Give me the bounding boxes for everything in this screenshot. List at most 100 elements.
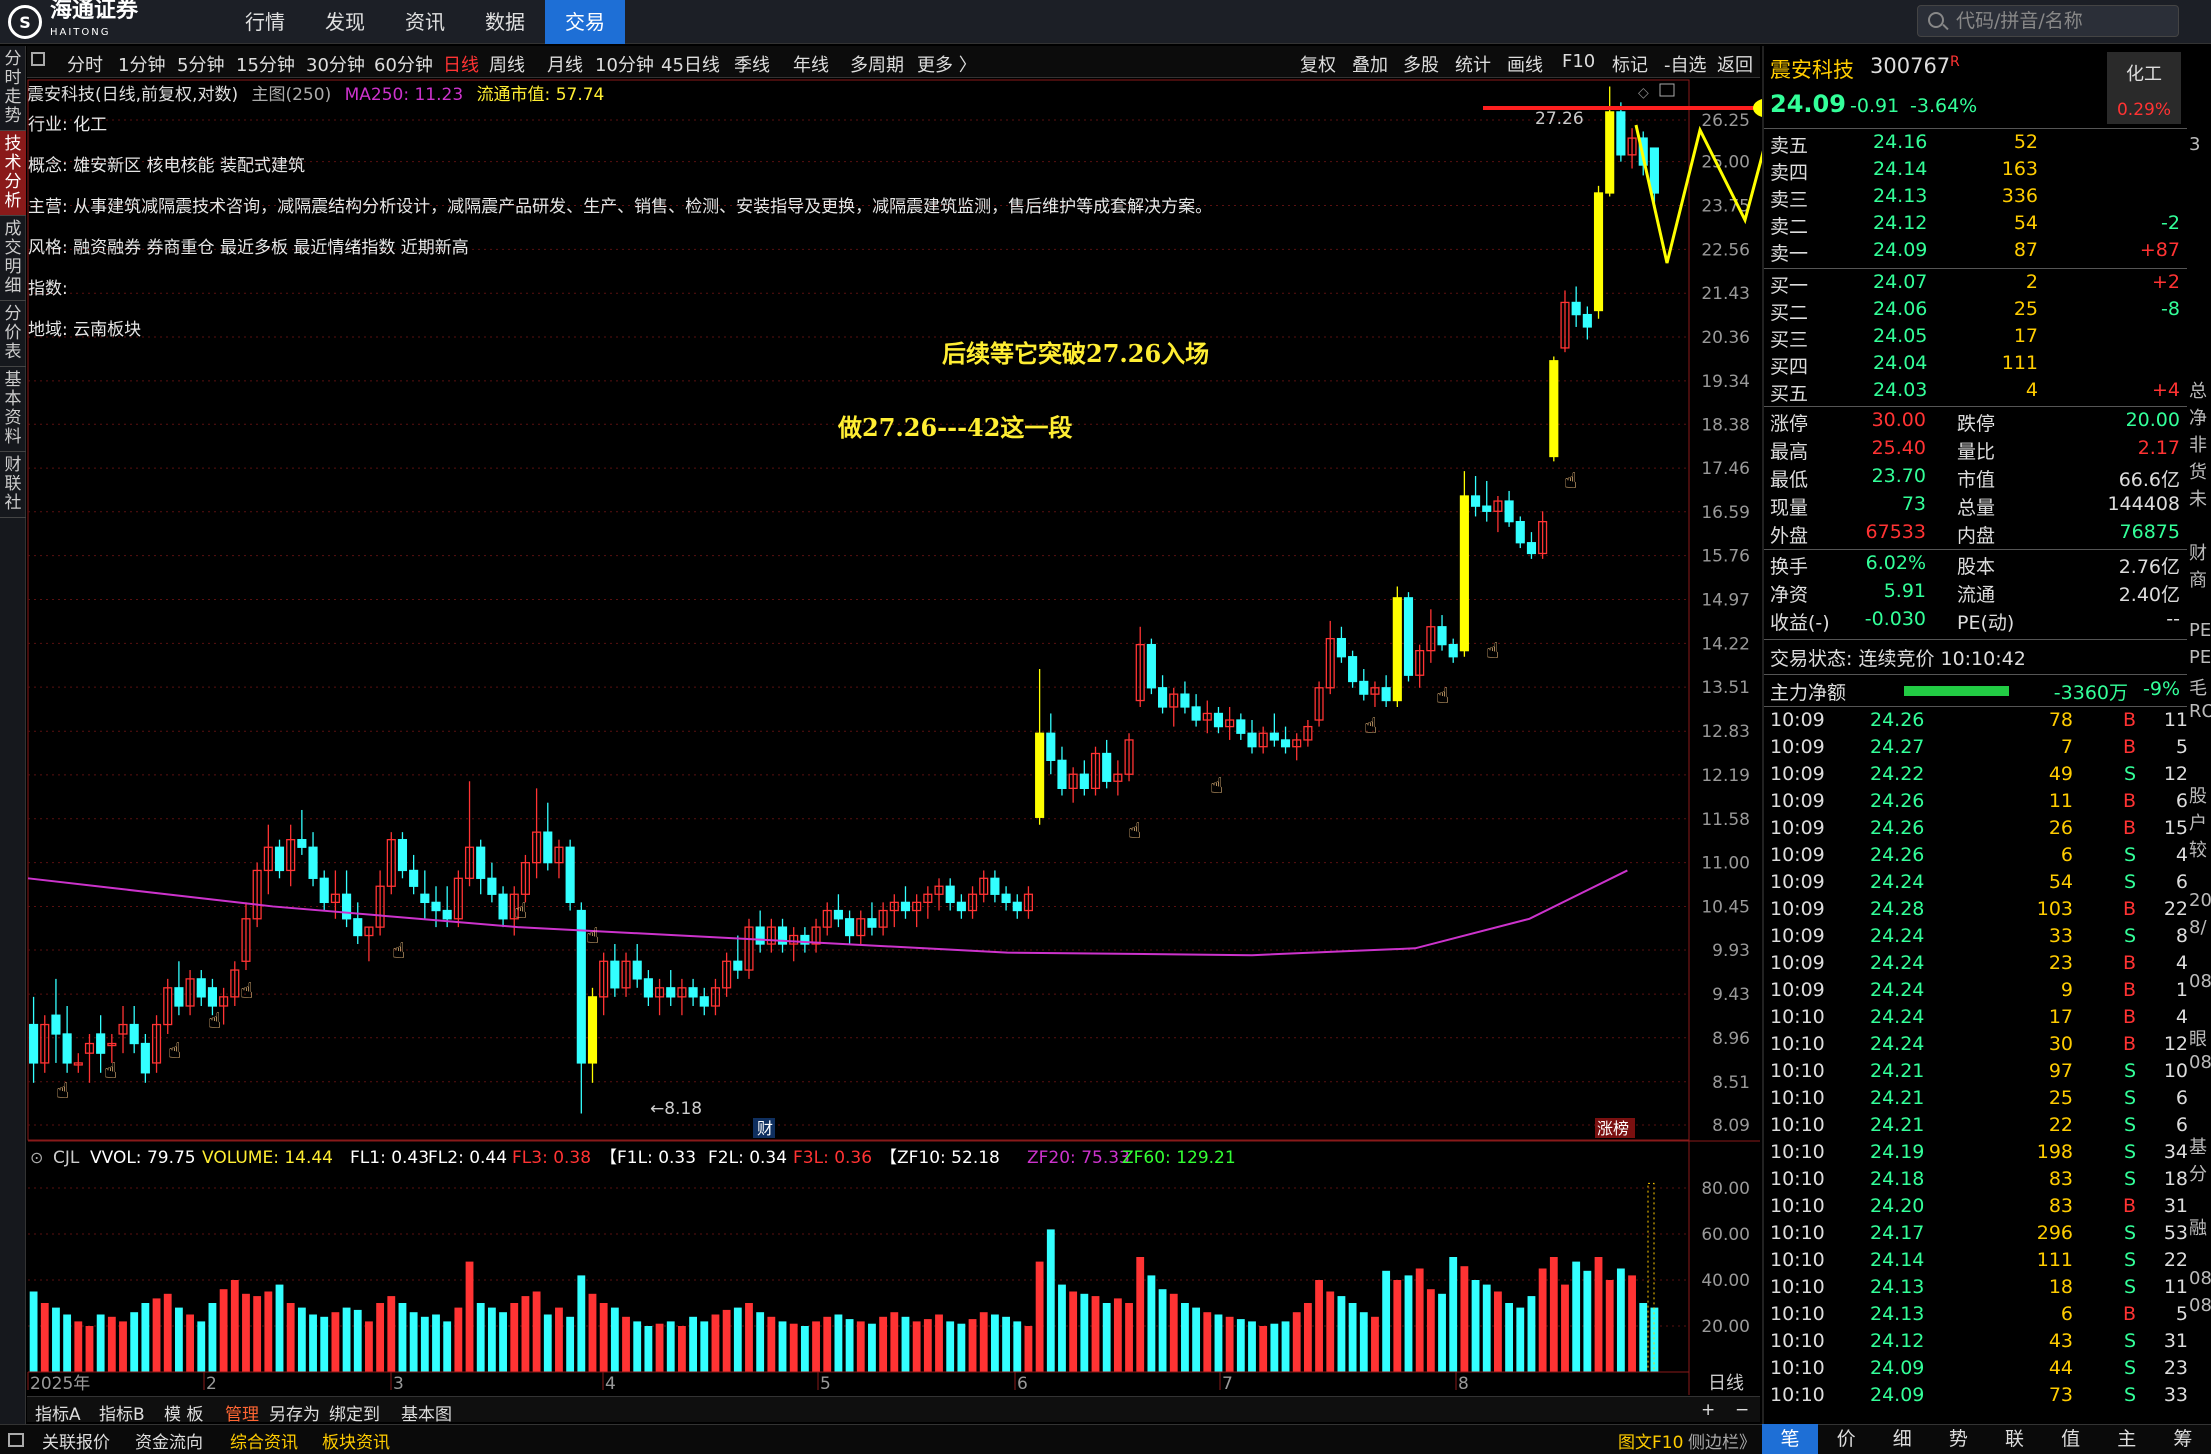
candle-body xyxy=(845,918,855,937)
volume-tick: 60.00 xyxy=(1701,1225,1750,1245)
candle-body xyxy=(196,978,206,998)
panel-toggle-icon[interactable] xyxy=(8,1433,24,1447)
candle-body xyxy=(140,1042,150,1074)
ask-row[interactable]: 卖四 24.14 163 xyxy=(1770,158,2188,185)
book-label: 卖二 xyxy=(1770,216,1809,238)
price-tick: 9.43 xyxy=(1712,985,1750,1005)
sidebar-toggle[interactable]: 侧边栏》 xyxy=(1688,1428,1756,1453)
volume-bar xyxy=(119,1321,127,1372)
book-volume: 54 xyxy=(2013,212,2038,234)
book-volume: 4 xyxy=(2025,379,2038,401)
bid-row[interactable]: 买二 24.06 25 -8 xyxy=(1770,298,2188,325)
bottom-tab-1[interactable]: 资金流向 xyxy=(135,1428,203,1453)
volume-bar xyxy=(610,1307,619,1372)
ask-row[interactable]: 卖五 24.16 52 xyxy=(1770,131,2188,158)
strip-text: 较 xyxy=(2189,840,2207,861)
volume-bar xyxy=(1605,1280,1614,1372)
quote-tab-6[interactable]: 主 xyxy=(2099,1424,2155,1454)
quote-tab-7[interactable]: 筹 xyxy=(2155,1424,2211,1454)
volume-bar xyxy=(74,1321,83,1372)
indicator-tab-0[interactable]: 指标A xyxy=(35,1400,81,1425)
volume-bar xyxy=(398,1303,407,1372)
book-price: 24.06 xyxy=(1873,298,1928,320)
zoom-out-icon[interactable]: − xyxy=(1735,1400,1749,1420)
candle-body xyxy=(587,996,598,1064)
candle-body xyxy=(342,893,352,920)
volume-bar xyxy=(1538,1268,1547,1372)
quote-tab-2[interactable]: 细 xyxy=(1874,1424,1930,1454)
volume-bar xyxy=(990,1314,999,1372)
volume-bar xyxy=(1035,1261,1044,1372)
price-change-pct: -3.64% xyxy=(1910,95,1978,117)
bid-row[interactable]: 买三 24.05 17 xyxy=(1770,325,2188,352)
tick-row: 10:09 24.22 49 S 12 xyxy=(1770,763,2188,785)
bottom-tab-2[interactable]: 综合资讯 xyxy=(230,1428,298,1453)
volume-bar xyxy=(1616,1268,1625,1372)
candle-body xyxy=(1191,706,1201,721)
book-volume: 163 xyxy=(2001,158,2038,180)
indicator-tab-2[interactable]: 模 板 xyxy=(164,1400,203,1425)
volume-bar xyxy=(800,1326,809,1372)
quote-tab-3[interactable]: 势 xyxy=(1930,1424,1986,1454)
price-tick: 11.00 xyxy=(1701,854,1750,874)
ask-row[interactable]: 卖二 24.12 54 -2 xyxy=(1770,212,2188,239)
tick-row: 10:10 24.14 111 S 22 xyxy=(1770,1249,2188,1271)
volume-bar xyxy=(1583,1270,1592,1372)
bottom-tab-3[interactable]: 板块资讯 xyxy=(322,1428,390,1453)
indicator-tab-1[interactable]: 指标B xyxy=(99,1400,145,1425)
volume-bar xyxy=(1069,1291,1078,1372)
ask-row[interactable]: 卖一 24.09 87 +87 xyxy=(1770,239,2188,266)
fin-tag: 财 xyxy=(757,1119,773,1138)
candle-body xyxy=(900,901,911,912)
time-label: 7 xyxy=(1222,1374,1233,1394)
volume-bar xyxy=(242,1293,250,1372)
quote-tab-4[interactable]: 联 xyxy=(1987,1424,2043,1454)
candle-body xyxy=(699,996,709,1007)
price-tick: 13.51 xyxy=(1701,678,1750,698)
ask-row[interactable]: 卖三 24.13 336 xyxy=(1770,185,2188,212)
bid-row[interactable]: 买四 24.04 111 xyxy=(1770,352,2188,379)
quote-tab-0[interactable]: 笔 xyxy=(1762,1424,1819,1454)
price-tick: 9.93 xyxy=(1712,941,1750,961)
candle-body xyxy=(1582,313,1592,328)
volume-bar xyxy=(901,1316,910,1372)
book-label: 买三 xyxy=(1770,329,1809,351)
f10-link[interactable]: 图文F10 xyxy=(1618,1428,1683,1453)
zoom-in-icon[interactable]: + xyxy=(1701,1400,1715,1420)
main-flow-bar xyxy=(1904,686,2009,696)
price-change: -0.91 xyxy=(1850,95,1900,117)
candle-body xyxy=(29,1023,39,1064)
book-price: 24.13 xyxy=(1873,185,1928,207)
tick-row: 10:09 24.26 26 B 15 xyxy=(1770,817,2188,839)
price-tick: 26.25 xyxy=(1701,111,1750,131)
volume-bar xyxy=(286,1303,295,1372)
search-input[interactable]: 代码/拼音/名称 xyxy=(1917,5,2179,37)
quote-tab-1[interactable]: 价 xyxy=(1818,1424,1874,1454)
stat-row: 收益(-) -0.030 PE(动) -- xyxy=(1770,608,2180,634)
tick-row: 10:09 24.24 9 B 1 xyxy=(1770,979,2188,1001)
candle-body xyxy=(1482,505,1492,512)
stat-value: 5.91 xyxy=(1883,580,1926,602)
sector-box[interactable]: 化工 0.29% xyxy=(2107,52,2181,124)
quote-tab-5[interactable]: 值 xyxy=(2043,1424,2099,1454)
volume-bar xyxy=(532,1291,541,1372)
bid-row[interactable]: 买一 24.07 2 +2 xyxy=(1770,271,2188,298)
period-label: 日线 xyxy=(1708,1373,1744,1394)
book-change: +87 xyxy=(2139,239,2180,261)
strip-text: 8/ xyxy=(2189,917,2207,938)
main-flow-label: 主力净额 xyxy=(1770,682,1847,704)
volume-bar xyxy=(1091,1296,1100,1372)
indicator-tab-4[interactable]: 另存为 xyxy=(269,1400,320,1425)
main-flow-row[interactable]: 主力净额 -3360万 -9% xyxy=(1770,678,2188,705)
stat-value: 76875 xyxy=(2119,521,2180,543)
indicator-tab-6[interactable]: 基本图 xyxy=(401,1400,452,1425)
bottom-tab-0[interactable]: 关联报价 xyxy=(42,1428,110,1453)
buy-signal-icon: ☝ xyxy=(1364,714,1377,739)
bid-row[interactable]: 买五 24.03 4 +4 xyxy=(1770,379,2188,406)
indicator-tab-5[interactable]: 绑定到 xyxy=(329,1400,380,1425)
buy-signal-icon: ☝ xyxy=(514,899,527,924)
volume-bar xyxy=(1225,1316,1234,1372)
quote-tabs: 笔价细势联值主筹 xyxy=(1762,1424,2211,1454)
stat-row: 换手 6.02% 股本 2.76亿 xyxy=(1770,552,2180,578)
indicator-tab-3[interactable]: 管理 xyxy=(225,1400,259,1425)
